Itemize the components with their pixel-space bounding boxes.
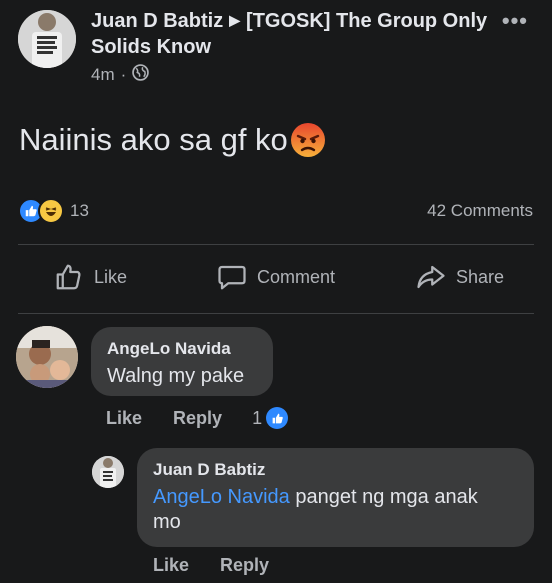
arrow-right-icon: ▶ [229, 12, 241, 28]
like-badge-icon [266, 407, 289, 429]
divider-top [18, 244, 534, 245]
comment-like-count: 1 [252, 407, 263, 428]
post-text: Naiinis ako sa gf ko [19, 122, 288, 157]
commenter-avatar[interactable] [16, 326, 78, 388]
share-button[interactable]: Share [416, 262, 504, 292]
comment-actions: Like Reply 1 [106, 407, 289, 429]
mention-link[interactable]: AngeLo Navida [153, 486, 290, 508]
post-meta: 4m · [91, 64, 150, 86]
reply-author[interactable]: Juan D Babtiz [153, 460, 265, 480]
like-button[interactable]: Like [54, 262, 127, 292]
share-button-label: Share [456, 266, 505, 287]
comment-button[interactable]: Comment [217, 262, 335, 292]
reply-text-line2: mo [153, 511, 181, 533]
angry-emoji-icon [290, 122, 326, 158]
author-name[interactable]: Juan D Babtiz [91, 10, 223, 32]
reply-author-avatar[interactable] [92, 456, 124, 488]
reply-text-line1: panget ng mga anak [289, 486, 478, 508]
post-body: Naiinis ako sa gf ko [19, 122, 326, 158]
reply-text: AngeLo Navida panget ng mga anak mo [153, 485, 523, 535]
comment-bubble-icon [218, 265, 246, 290]
author-avatar[interactable] [18, 10, 76, 68]
post-header-title: Juan D Babtiz ▶ [TGOSK] The Group Only Sol… [91, 7, 491, 60]
reaction-count: 13 [70, 201, 89, 220]
comment-button-label: Comment [257, 266, 336, 287]
more-options-button[interactable]: ••• [502, 8, 528, 34]
meta-separator: · [120, 65, 127, 84]
comment-reply-button[interactable]: Reply [173, 408, 222, 429]
reply-bubble: Juan D Babtiz AngeLo Navida panget ng mg… [137, 448, 534, 547]
reply-like-button[interactable]: Like [153, 555, 189, 576]
reply-actions: Like Reply [153, 555, 269, 576]
share-arrow-icon [417, 265, 445, 289]
comment-bubble: AngeLo Navida Walng my pake [91, 327, 273, 396]
divider-bottom [18, 313, 534, 314]
comment-like-button[interactable]: Like [106, 408, 142, 429]
thumbs-up-icon [56, 264, 81, 290]
like-button-label: Like [94, 266, 128, 287]
comment-author[interactable]: AngeLo Navida [107, 339, 231, 359]
reply-reply-button[interactable]: Reply [220, 555, 269, 576]
haha-reaction-icon [38, 198, 64, 224]
post-time[interactable]: 4m [91, 65, 115, 85]
comment-count-link[interactable]: 42 Comments [427, 201, 533, 221]
reaction-summary[interactable]: 13 [18, 198, 89, 224]
comment-text: Walng my pake [107, 365, 245, 387]
globe-icon [132, 64, 150, 86]
